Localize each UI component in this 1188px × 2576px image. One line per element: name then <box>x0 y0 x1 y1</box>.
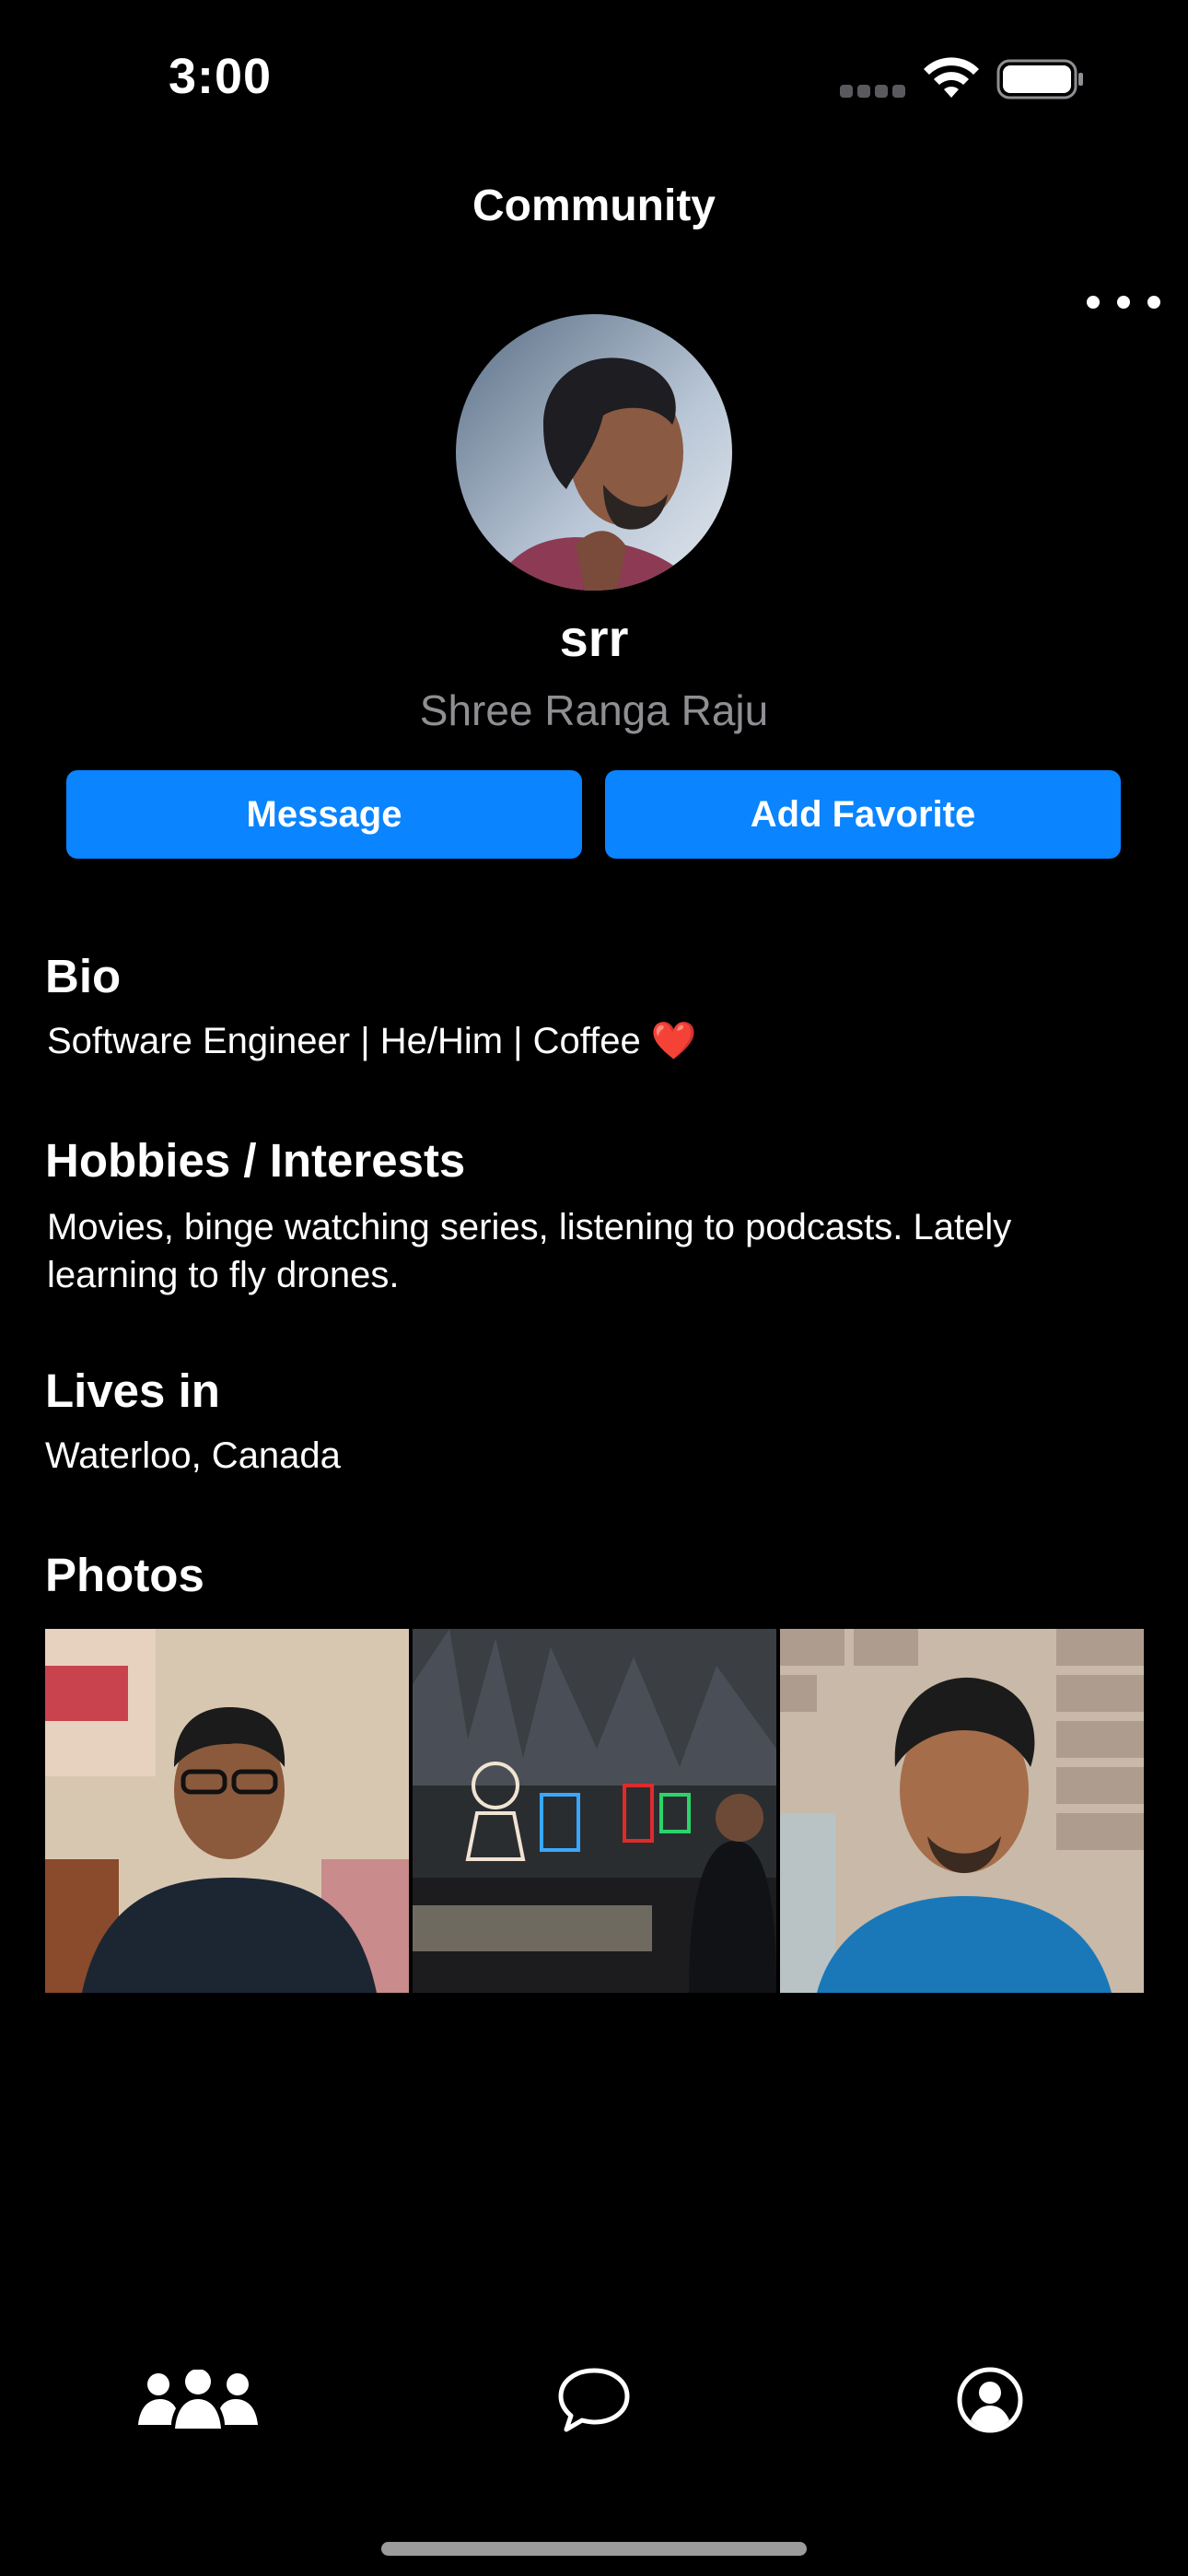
bio-text: Software Engineer | He/Him | Coffee ❤️ <box>47 1017 1143 1065</box>
photo-3[interactable] <box>780 1629 1144 1993</box>
username: srr <box>559 609 629 667</box>
message-button[interactable]: Message <box>66 770 582 859</box>
ellipsis-dot <box>1147 296 1160 309</box>
ellipsis-icon <box>1087 296 1100 309</box>
more-options-button[interactable] <box>1087 287 1160 317</box>
avatar <box>456 314 732 591</box>
page-title: Community <box>472 181 716 230</box>
hobbies-text: Movies, binge watching series, listening… <box>47 1207 1012 1295</box>
heart-emoji: ❤️ <box>650 1021 697 1061</box>
photo-1[interactable] <box>45 1629 409 1993</box>
full-name: Shree Ranga Raju <box>419 686 769 734</box>
photo-2[interactable] <box>413 1629 776 1993</box>
tab-profile[interactable] <box>953 2359 1027 2441</box>
bio-text-content: Software Engineer | He/Him | Coffee <box>47 1021 651 1061</box>
location-text: Waterloo, Canada <box>45 1435 341 1476</box>
tab-messages[interactable] <box>553 2359 635 2441</box>
chat-bubble-icon <box>558 2368 630 2432</box>
profile-circle-icon <box>957 2367 1023 2433</box>
tab-community[interactable] <box>129 2359 267 2441</box>
photos-title: Photos <box>45 1549 204 1601</box>
location-title: Lives in <box>45 1364 220 1417</box>
bio-title: Bio <box>45 950 122 1002</box>
people-icon <box>138 2370 258 2429</box>
cellular-signal-icon <box>840 85 905 98</box>
wifi-icon <box>924 57 979 98</box>
add-favorite-button[interactable]: Add Favorite <box>605 770 1121 859</box>
battery-icon <box>996 59 1083 100</box>
ellipsis-dot <box>1117 296 1130 309</box>
home-indicator <box>381 2542 807 2556</box>
hobbies-title: Hobbies / Interests <box>45 1134 466 1187</box>
status-time: 3:00 <box>169 49 273 104</box>
